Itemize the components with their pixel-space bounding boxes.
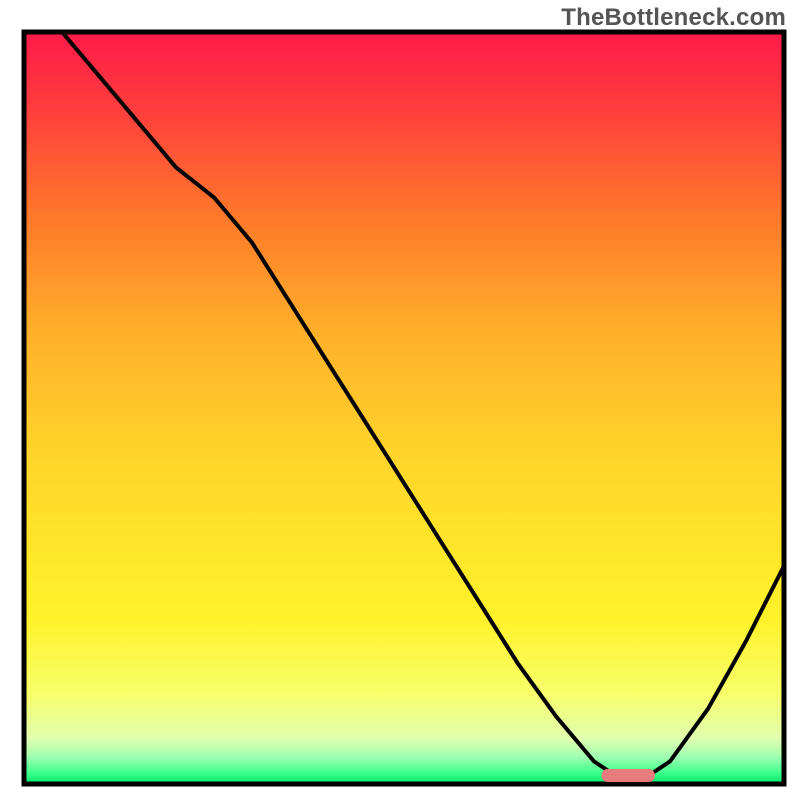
- plot-background: [24, 32, 784, 784]
- bottleneck-chart: [0, 0, 800, 800]
- optimal-marker: [602, 769, 655, 782]
- chart-frame: TheBottleneck.com: [0, 0, 800, 800]
- watermark-text: TheBottleneck.com: [561, 4, 786, 32]
